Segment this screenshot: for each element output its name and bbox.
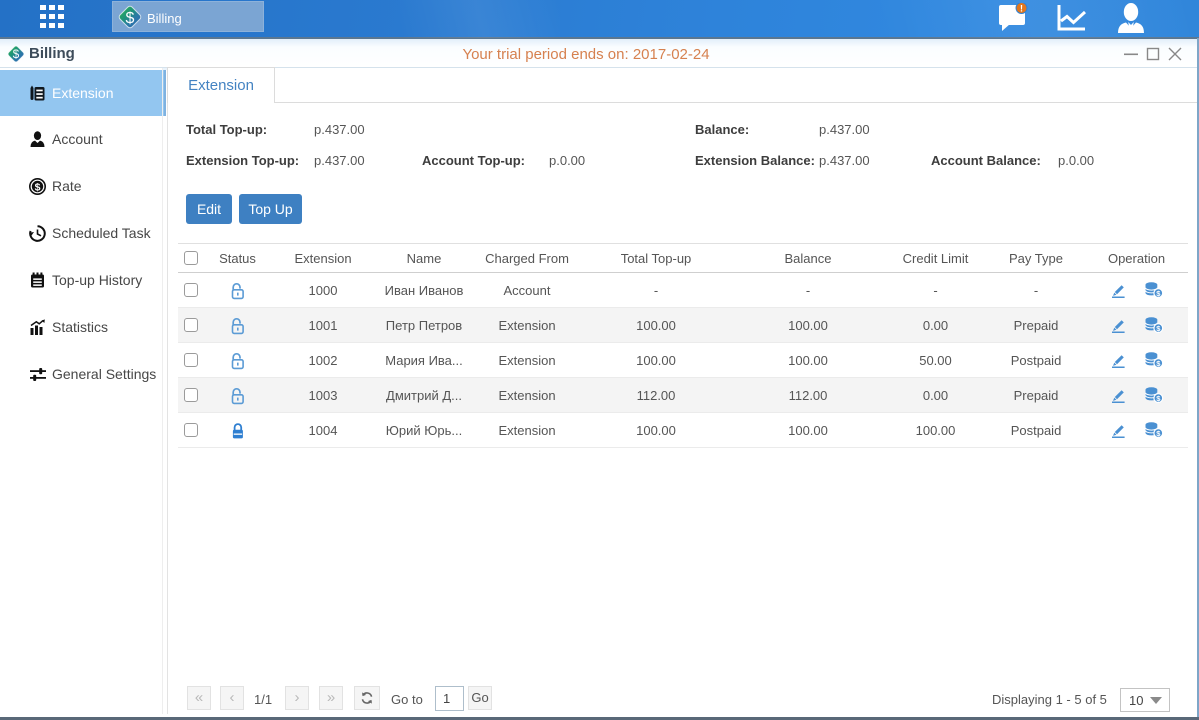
svg-text:!: ! [1020,4,1023,14]
svg-text:$: $ [35,181,41,193]
svg-text:$: $ [126,10,135,27]
